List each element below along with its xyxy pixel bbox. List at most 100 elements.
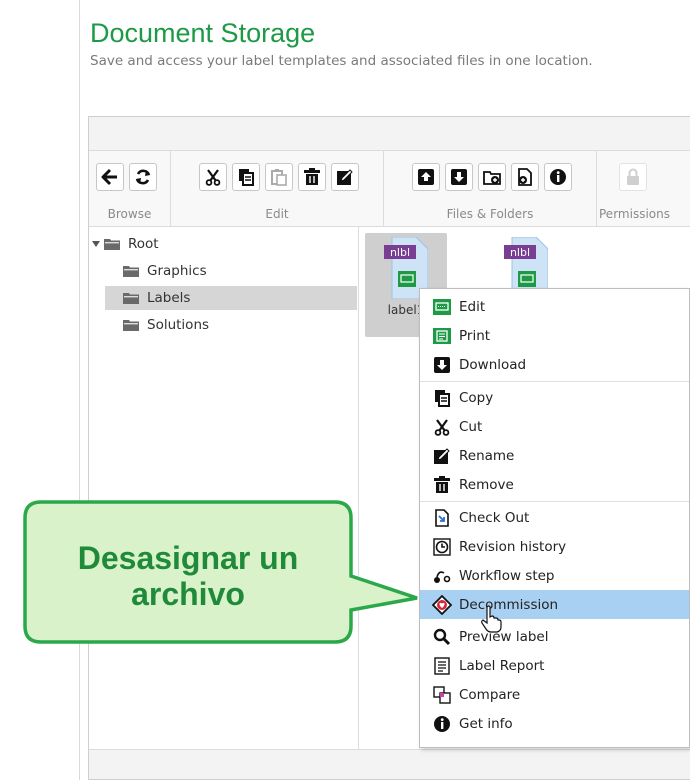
tree-item-root[interactable]: Root <box>91 232 159 256</box>
callout-line-1: Desasignar un <box>77 540 299 576</box>
context-menu: Edit Print Download Copy Cut Rename Remo… <box>419 288 690 748</box>
files-folders-group-label: Files & Folders <box>446 207 534 221</box>
menu-item-label: Workflow step <box>459 567 555 584</box>
browse-group: Browse <box>89 151 171 227</box>
folder-icon <box>123 265 139 277</box>
hand-cursor-icon <box>481 605 502 633</box>
menu-item-label: Remove <box>459 476 514 493</box>
menu-item-label: Rename <box>459 447 515 464</box>
menu-item-label: Label Report <box>459 657 545 674</box>
menu-item-edit[interactable]: Edit <box>420 292 689 321</box>
copy-button[interactable] <box>232 163 260 191</box>
revision-history-icon <box>433 537 451 556</box>
paste-icon <box>271 169 287 186</box>
menu-item-revision-history[interactable]: Revision history <box>420 532 689 561</box>
tree-item-solutions[interactable]: Solutions <box>123 313 209 337</box>
menu-item-label: Revision history <box>459 538 567 555</box>
nlbl-badge: nlbl <box>510 246 530 259</box>
copy-icon <box>435 389 450 407</box>
top-bar <box>89 117 690 151</box>
menu-item-copy[interactable]: Copy <box>420 383 689 412</box>
tree-item-label: Root <box>128 236 159 252</box>
tree-item-label: Solutions <box>147 317 210 333</box>
permissions-button[interactable] <box>619 163 647 191</box>
files-folders-group: Files & Folders <box>384 151 597 227</box>
arrow-left-icon <box>101 168 117 186</box>
refresh-icon <box>135 169 151 185</box>
cut-icon <box>434 418 450 436</box>
refresh-button[interactable] <box>129 163 157 191</box>
paste-button[interactable] <box>265 163 293 191</box>
edit-label-icon <box>433 298 451 315</box>
add-file-button[interactable] <box>511 163 539 191</box>
page-header: Document Storage Save and access your la… <box>90 18 593 69</box>
callout-annotation: Desasignar un archivo <box>23 500 418 647</box>
folder-icon <box>104 238 120 250</box>
menu-separator <box>420 381 689 382</box>
expand-arrow-icon <box>92 241 100 247</box>
menu-item-workflow-step[interactable]: Workflow step <box>420 561 689 590</box>
cut-button[interactable] <box>199 163 227 191</box>
menu-item-cut[interactable]: Cut <box>420 412 689 441</box>
bottom-bar <box>89 749 690 779</box>
lock-icon <box>627 168 639 185</box>
callout-line-2: archivo <box>131 576 245 612</box>
menu-item-preview-label[interactable]: Preview label <box>420 622 689 651</box>
menu-item-label: Edit <box>459 298 486 315</box>
delete-icon <box>434 475 450 493</box>
menu-item-print[interactable]: Print <box>420 321 689 350</box>
back-button[interactable] <box>96 163 124 191</box>
page-title: Document Storage <box>90 18 316 48</box>
new-folder-button[interactable] <box>478 163 506 191</box>
copy-icon <box>239 169 254 186</box>
menu-item-label: Preview label <box>459 628 549 645</box>
delete-icon <box>304 168 320 185</box>
menu-item-label-report[interactable]: Label Report <box>420 651 689 680</box>
menu-item-check-out[interactable]: Check Out <box>420 503 689 532</box>
menu-item-label: Compare <box>459 686 521 703</box>
tree-item-label: Labels <box>147 290 191 306</box>
menu-item-label: Copy <box>459 389 494 406</box>
left-margin-guide <box>0 0 80 780</box>
menu-item-get-info[interactable]: Get info <box>420 709 689 738</box>
delete-button[interactable] <box>298 163 326 191</box>
menu-item-label: Get info <box>459 715 513 732</box>
menu-separator <box>420 501 689 502</box>
download-icon <box>434 356 450 373</box>
menu-item-download[interactable]: Download <box>420 350 689 379</box>
tree-item-labels[interactable]: Labels <box>105 286 357 310</box>
menu-item-label: Decommission <box>459 596 559 613</box>
rename-icon <box>434 447 450 464</box>
menu-item-label: Cut <box>459 418 483 435</box>
download-button[interactable] <box>445 163 473 191</box>
browse-group-label: Browse <box>107 207 152 221</box>
cut-icon <box>205 169 221 186</box>
menu-item-label: Check Out <box>459 509 530 526</box>
compare-icon <box>433 685 451 704</box>
tree-item-label: Graphics <box>147 263 207 279</box>
rename-button[interactable] <box>331 163 359 191</box>
menu-item-remove[interactable]: Remove <box>420 470 689 499</box>
edit-group-label: Edit <box>265 207 289 221</box>
upload-button[interactable] <box>412 163 440 191</box>
folder-open-icon <box>123 292 139 304</box>
permissions-group: Permissions <box>597 151 690 227</box>
tree-item-graphics[interactable]: Graphics <box>123 259 207 283</box>
menu-item-label: Print <box>459 327 491 344</box>
ribbon-toolbar: Browse Edit Files & Folders Permissions <box>89 151 690 227</box>
new-folder-icon <box>483 171 501 185</box>
info-icon <box>434 715 450 732</box>
page-subtitle: Save and access your label templates and… <box>90 53 593 69</box>
menu-item-label: Download <box>459 356 527 373</box>
print-label-icon <box>433 327 451 344</box>
info-button[interactable] <box>544 163 572 191</box>
callout-text: Desasignar un archivo <box>53 540 323 612</box>
decommission-icon <box>432 594 452 615</box>
menu-item-rename[interactable]: Rename <box>420 441 689 470</box>
menu-item-compare[interactable]: Compare <box>420 680 689 709</box>
menu-item-decommission[interactable]: Decommission <box>420 590 689 619</box>
info-icon <box>550 169 566 185</box>
nlbl-badge: nlbl <box>390 246 410 259</box>
report-icon <box>434 656 450 675</box>
folder-icon <box>123 319 139 331</box>
